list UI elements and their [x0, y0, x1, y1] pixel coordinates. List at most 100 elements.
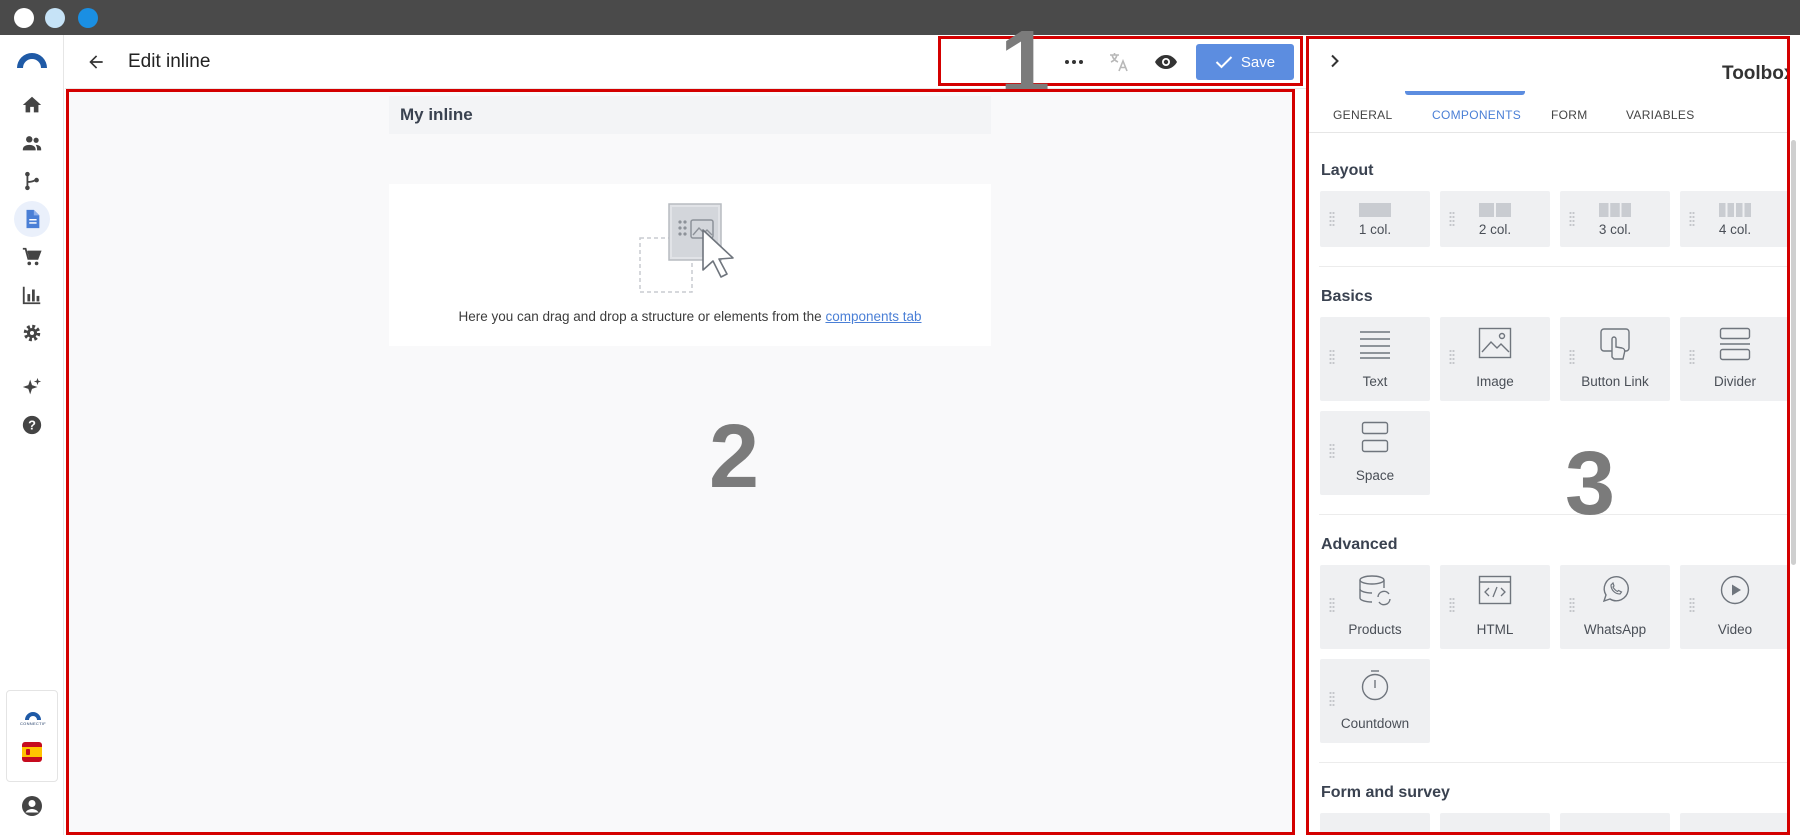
tile-2-col[interactable]: 2 col.	[1440, 191, 1550, 247]
toolbox-scrollbar[interactable]	[1791, 140, 1796, 565]
tile-3-col[interactable]: 3 col.	[1560, 191, 1670, 247]
tile-whatsapp[interactable]: WhatsApp	[1560, 565, 1670, 649]
window-close-button[interactable]	[14, 8, 34, 28]
spain-flag-icon[interactable]	[22, 742, 42, 762]
database-sync-icon	[1359, 575, 1391, 606]
cart-icon	[22, 247, 42, 266]
brand-mini-logo-icon	[25, 712, 41, 720]
tile-video[interactable]: Video	[1680, 565, 1787, 649]
window-maximize-button[interactable]	[78, 8, 98, 28]
app-logo-icon[interactable]	[15, 51, 49, 69]
divider-icon	[1719, 327, 1751, 361]
tile-text[interactable]: Text	[1320, 317, 1430, 401]
tile-label: Button Link	[1581, 374, 1649, 389]
tile-label: Text	[1362, 374, 1388, 389]
tap-button-icon	[1600, 328, 1630, 360]
section-title-advanced: Advanced	[1321, 536, 1398, 553]
tile-label: 2 col.	[1478, 222, 1512, 237]
translate-icon	[1110, 53, 1128, 72]
annotation-number-2: 2	[709, 407, 760, 507]
home-icon	[22, 96, 42, 113]
tile-label: 1 col.	[1358, 222, 1392, 237]
drop-zone[interactable]: Here you can drag and drop a structure o…	[389, 184, 991, 346]
tile-products[interactable]: Products	[1320, 565, 1430, 649]
tile-form-1[interactable]	[1320, 813, 1430, 832]
editor-canvas[interactable]: My inline Here you can drag and drop a s…	[66, 89, 1295, 835]
tab-components[interactable]: COMPONENTS	[1432, 108, 1521, 122]
four-column-icon	[1719, 203, 1751, 217]
tile-space[interactable]: Space	[1320, 411, 1430, 495]
tile-divider[interactable]: Divider	[1680, 317, 1787, 401]
section-divider	[1319, 266, 1787, 267]
inline-header-bar: My inline	[389, 96, 991, 134]
more-options-button[interactable]	[1060, 48, 1088, 76]
tile-image[interactable]: Image	[1440, 317, 1550, 401]
inline-title: My inline	[400, 105, 473, 124]
whatsapp-icon	[1602, 576, 1629, 603]
section-divider	[1319, 514, 1787, 515]
toolbox-tabs: GENERAL COMPONENTS FORM VARIABLES	[1309, 95, 1787, 133]
two-column-icon	[1479, 203, 1511, 217]
tile-4-col[interactable]: 4 col.	[1680, 191, 1787, 247]
tile-label: HTML	[1476, 622, 1514, 637]
section-title-basics: Basics	[1321, 288, 1373, 305]
nav-home[interactable]	[14, 87, 50, 123]
tile-label: 4 col.	[1718, 222, 1752, 237]
check-icon	[1215, 56, 1233, 69]
nav-settings[interactable]	[14, 315, 50, 351]
tile-1-col[interactable]: 1 col.	[1320, 191, 1430, 247]
tab-form[interactable]: FORM	[1551, 108, 1588, 122]
text-lines-icon	[1360, 331, 1390, 359]
back-button[interactable]	[83, 49, 109, 75]
drag-drop-illustration-icon	[639, 203, 734, 293]
nav-contacts[interactable]	[14, 125, 50, 161]
gear-icon	[23, 324, 41, 342]
nav-workflows[interactable]	[14, 163, 50, 199]
tile-form-3[interactable]	[1560, 813, 1670, 832]
nav-store[interactable]	[14, 239, 50, 275]
chart-icon	[22, 286, 41, 305]
svg-text:?: ?	[28, 418, 36, 433]
tile-html[interactable]: HTML	[1440, 565, 1550, 649]
nav-ai[interactable]	[14, 369, 50, 405]
nav-help[interactable]: ?	[14, 407, 50, 443]
tile-label: Image	[1476, 374, 1514, 389]
tile-label: Video	[1717, 622, 1753, 637]
tile-form-4[interactable]	[1680, 813, 1787, 832]
section-title-layout: Layout	[1321, 162, 1374, 179]
tile-countdown[interactable]: Countdown	[1320, 659, 1430, 743]
document-icon	[26, 209, 40, 229]
sparkle-icon	[22, 377, 42, 395]
components-tab-link[interactable]: components tab	[825, 309, 921, 324]
section-divider	[1319, 762, 1787, 763]
tile-label: Divider	[1713, 374, 1756, 389]
arrow-left-icon	[89, 55, 103, 69]
tile-label: Countdown	[1340, 716, 1410, 731]
space-icon	[1361, 421, 1389, 453]
left-nav-rail: ? CONNECTIF	[0, 35, 64, 835]
tile-label: Space	[1355, 468, 1395, 483]
code-window-icon	[1478, 575, 1512, 605]
nav-analytics[interactable]	[14, 277, 50, 313]
workflow-icon	[25, 171, 39, 191]
save-button[interactable]: Save	[1196, 44, 1294, 80]
window-minimize-button[interactable]	[45, 8, 65, 28]
tab-variables[interactable]: VARIABLES	[1626, 108, 1695, 122]
eye-icon	[1155, 55, 1177, 69]
preview-button[interactable]	[1152, 48, 1180, 76]
nav-content[interactable]	[14, 201, 50, 237]
translate-button[interactable]	[1105, 48, 1133, 76]
account-switcher[interactable]: CONNECTIF	[6, 690, 58, 782]
stopwatch-icon	[1361, 670, 1389, 701]
users-icon	[22, 136, 42, 151]
tab-general[interactable]: GENERAL	[1333, 108, 1392, 122]
toolbox-panel: Toolbox GENERAL COMPONENTS FORM VARIABLE…	[1306, 36, 1790, 835]
user-account-icon[interactable]	[20, 794, 44, 818]
collapse-panel-button[interactable]	[1321, 47, 1349, 75]
page-title: Edit inline	[128, 51, 211, 72]
drop-instructions-text: Here you can drag and drop a structure o…	[458, 309, 822, 324]
tile-label: 3 col.	[1598, 222, 1632, 237]
tile-button-link[interactable]: Button Link	[1560, 317, 1670, 401]
toolbox-title: Toolbox	[1722, 63, 1790, 84]
tile-form-2[interactable]	[1440, 813, 1550, 832]
